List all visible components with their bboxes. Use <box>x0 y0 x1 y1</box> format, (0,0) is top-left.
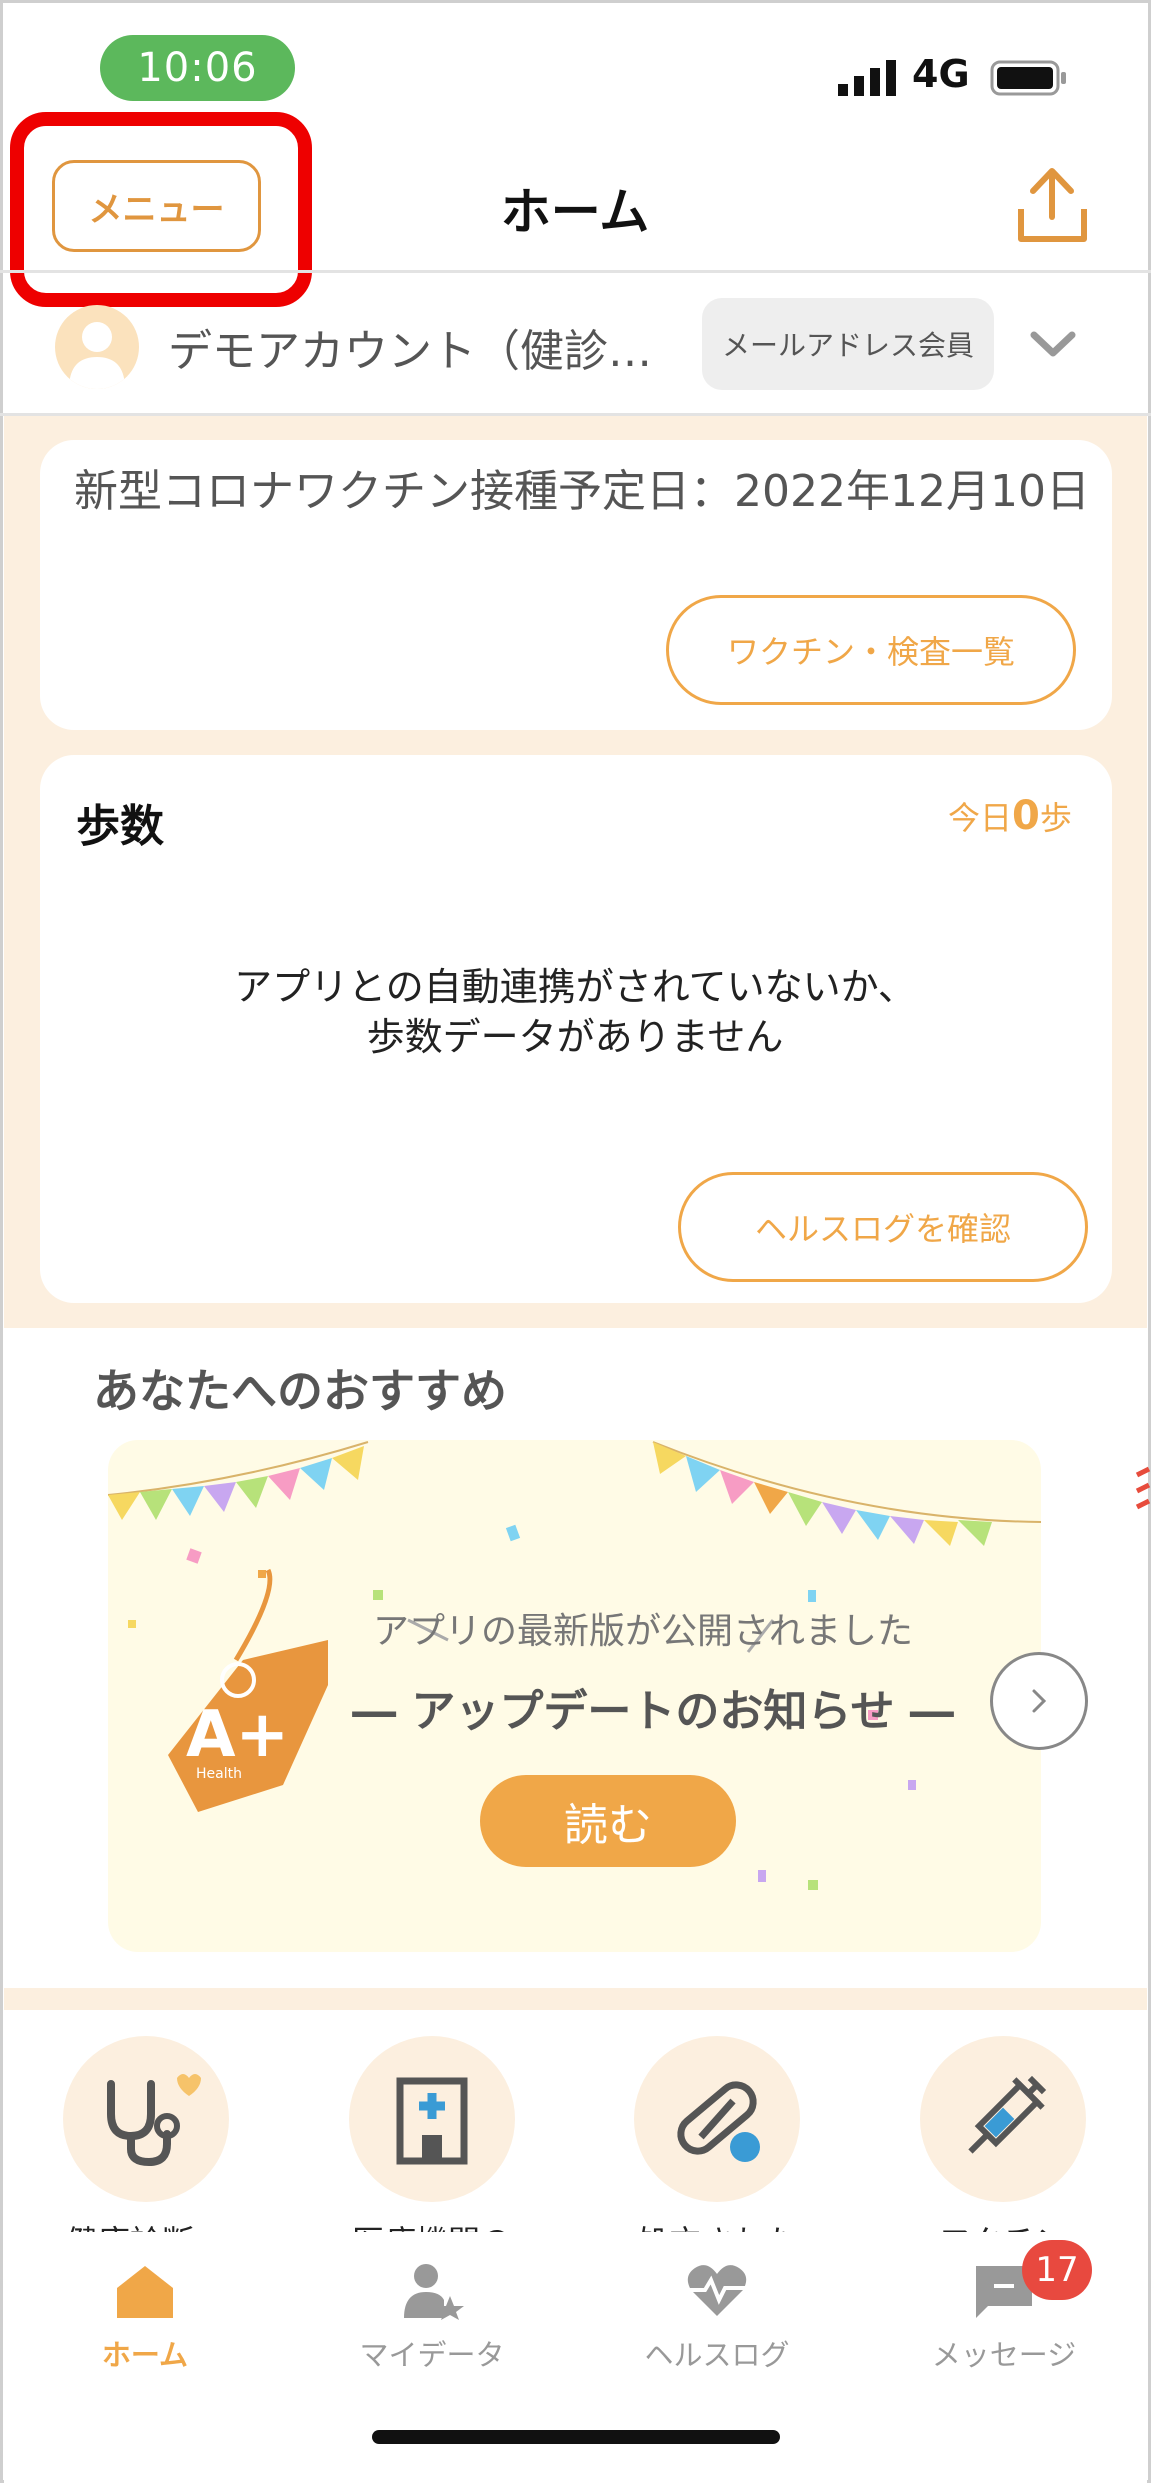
hospital-icon <box>349 2036 515 2202</box>
home-icon <box>117 2266 173 2318</box>
steps-message-line1: アプリとの自動連携がされていないか、 <box>234 965 916 1009</box>
tab-label-healthlog: ヘルスログ <box>644 2338 790 2372</box>
tab-label-message: メッセージ <box>931 2338 1077 2372</box>
steps-message-line2: 歩数データがありません <box>366 1015 784 1059</box>
shortcut-health-checkup[interactable] <box>63 2036 229 2202</box>
shortcut-medical-institution[interactable] <box>349 2036 515 2202</box>
vaccine-schedule-text: 新型コロナワクチン接種予定日：2022年12月10日 <box>74 466 1090 517</box>
health-heart-icon <box>687 2265 747 2316</box>
steps-today-value: 0 <box>1012 793 1040 839</box>
member-type-badge: メールアドレス会員 <box>702 298 994 390</box>
pill-icon <box>634 2036 800 2202</box>
tab-mydata[interactable]: マイデータ <box>312 2262 552 2374</box>
carousel-next-button[interactable] <box>990 1652 1088 1750</box>
section-divider <box>4 1988 1147 2010</box>
vaccine-list-button[interactable]: ワクチン・検査一覧 <box>666 595 1076 705</box>
network-type: 4G <box>912 52 970 96</box>
chevron-down-icon[interactable] <box>1028 325 1078 365</box>
syringe-icon <box>920 2036 1086 2202</box>
recommend-title: あなたへのおすすめ <box>93 1364 507 1418</box>
page-title: ホーム <box>500 183 650 241</box>
tag-sub: Health <box>196 1766 242 1782</box>
shortcut-prescription[interactable] <box>634 2036 800 2202</box>
share-icon[interactable] <box>1015 165 1090 245</box>
stethoscope-icon <box>63 2036 229 2202</box>
tab-home[interactable]: ホーム <box>25 2262 265 2374</box>
steps-title: 歩数 <box>76 801 164 852</box>
steps-empty-message: アプリとの自動連携がされていないか、 歩数データがありません <box>100 962 1050 1062</box>
home-indicator[interactable] <box>372 2430 780 2444</box>
steps-today-unit: 歩 <box>1039 799 1072 837</box>
tab-healthlog[interactable]: ヘルスログ <box>597 2262 837 2374</box>
chevron-right-icon <box>1032 1689 1047 1713</box>
person-icon <box>69 322 125 389</box>
steps-today: 今日0歩 <box>948 793 1072 839</box>
banner-subtitle: アプリの最新版が公開されました <box>372 1611 913 1652</box>
message-count-badge: 17 <box>1022 2240 1092 2300</box>
tab-label-home: ホーム <box>101 2338 189 2372</box>
steps-today-prefix: 今日 <box>948 799 1013 837</box>
update-banner[interactable]: A+ Health アプリの最新版が公開されました ― アップデートのお知らせ … <box>108 1440 1041 1952</box>
account-name[interactable]: デモアカウント（健診… <box>168 315 668 379</box>
highlight-frame <box>10 112 312 307</box>
shortcut-vaccine[interactable] <box>920 2036 1086 2202</box>
tab-label-mydata: マイデータ <box>359 2338 505 2372</box>
next-banner-peek <box>1135 1466 1151 1510</box>
battery-icon <box>990 60 1066 96</box>
header-divider <box>0 270 1151 273</box>
health-log-button[interactable]: ヘルスログを確認 <box>678 1172 1088 1282</box>
status-time: 10:06 <box>100 35 295 101</box>
signal-icon <box>838 60 896 96</box>
read-button[interactable]: 読む <box>480 1775 736 1867</box>
banner-title: ― アップデートのお知らせ ― <box>352 1686 954 1737</box>
tag-mark: A+ <box>186 1698 290 1772</box>
mydata-icon <box>404 2264 464 2320</box>
avatar[interactable] <box>55 305 139 389</box>
